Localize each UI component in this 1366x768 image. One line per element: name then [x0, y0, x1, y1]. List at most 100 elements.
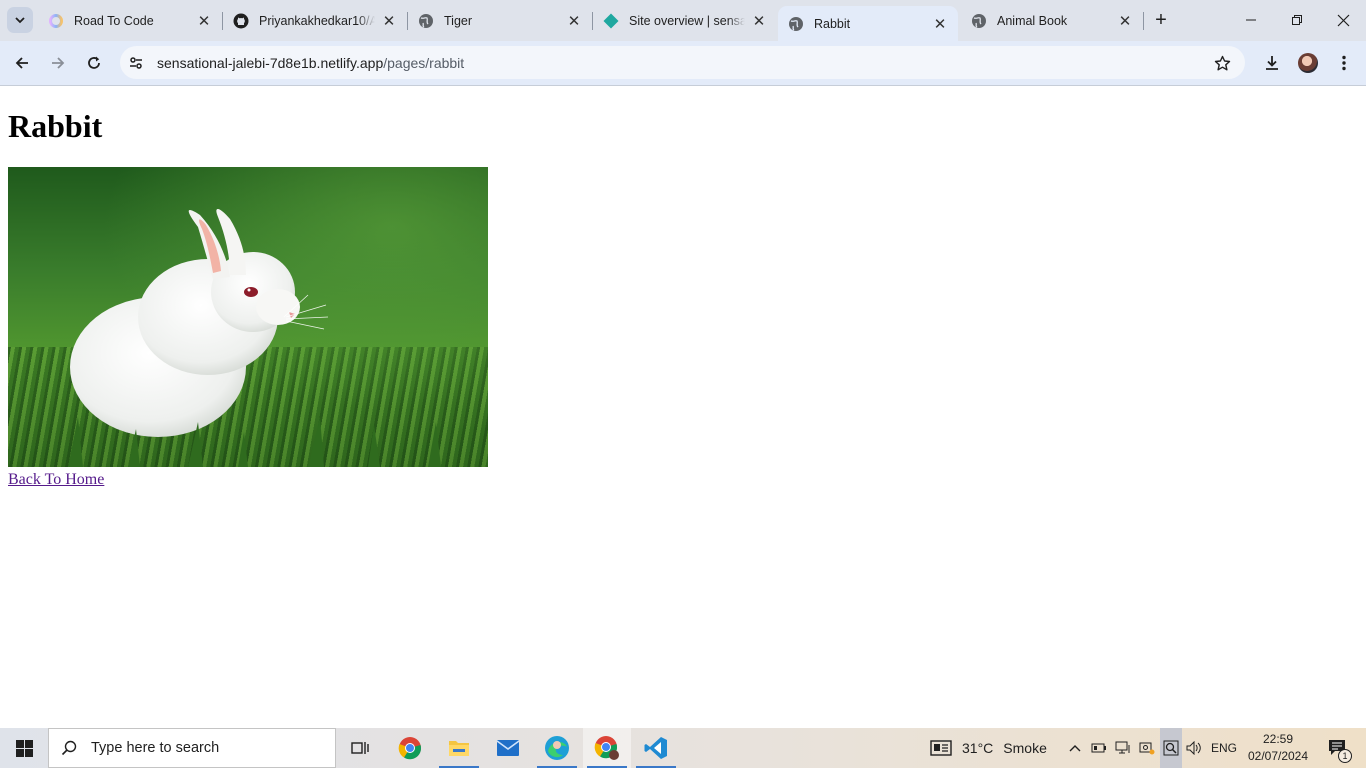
tab-title: Priyankakhedkar10/Ani — [259, 13, 375, 28]
url-host: sensational-jalebi-7d8e1b.netlify.app — [157, 54, 384, 71]
tab-title: Tiger — [444, 13, 473, 28]
notification-center-button[interactable]: 1 — [1318, 728, 1358, 768]
tab-github[interactable]: Priyankakhedkar10/Ani ✕ — [223, 0, 408, 41]
battery-icon — [1091, 743, 1106, 753]
taskbar-clock[interactable]: 22:59 02/07/2024 — [1242, 731, 1314, 765]
address-bar[interactable]: sensational-jalebi-7d8e1b.netlify.app/pa… — [120, 46, 1245, 79]
globe-icon — [788, 16, 804, 32]
tray-magnifier[interactable] — [1160, 728, 1182, 768]
mail-icon — [496, 740, 520, 756]
globe-icon — [971, 13, 987, 29]
close-icon — [1337, 14, 1349, 26]
arrow-left-icon — [15, 57, 28, 69]
taskbar-chrome[interactable] — [386, 728, 434, 768]
show-hidden-icons[interactable] — [1064, 728, 1086, 768]
taskbar-mail[interactable] — [484, 728, 532, 768]
news-weather-icon — [930, 740, 952, 756]
weather-condition: Smoke — [1003, 740, 1047, 756]
tab-title: Animal Book — [997, 13, 1068, 28]
close-icon[interactable]: ✕ — [930, 14, 950, 34]
globe-icon — [418, 13, 434, 29]
close-icon[interactable]: ✕ — [749, 11, 769, 31]
rabbit-illustration — [8, 167, 488, 467]
tray-battery[interactable] — [1088, 728, 1110, 768]
tray-network[interactable] — [1112, 728, 1134, 768]
bookmark-star-icon[interactable] — [1211, 52, 1233, 74]
taskbar-chrome-active[interactable] — [583, 728, 631, 768]
file-explorer-icon — [449, 741, 469, 756]
menu-button[interactable] — [1330, 49, 1358, 77]
chevron-up-icon — [1069, 745, 1081, 752]
url-text[interactable]: sensational-jalebi-7d8e1b.netlify.app/pa… — [157, 55, 464, 71]
tab-tiger[interactable]: Tiger ✕ — [408, 0, 593, 41]
tab-title: Rabbit — [814, 16, 851, 31]
rabbit-image — [8, 167, 488, 467]
reload-button[interactable] — [80, 49, 108, 77]
avatar — [1298, 53, 1318, 73]
github-icon — [233, 13, 249, 29]
tab-rabbit[interactable]: Rabbit ✕ — [778, 6, 958, 41]
netlify-icon — [603, 13, 619, 29]
tray-language[interactable]: ENG — [1206, 728, 1242, 768]
tab-separator — [1143, 12, 1144, 30]
taskbar-file-explorer[interactable] — [435, 728, 483, 768]
clock-time: 22:59 — [1262, 732, 1294, 746]
magnifier-icon — [1163, 740, 1179, 756]
windows-taskbar: Type here to search 31°C Smoke ENG 22:59… — [0, 728, 1366, 768]
vscode-icon — [644, 737, 667, 759]
back-to-home-link[interactable]: Back To Home — [8, 471, 104, 489]
start-button[interactable] — [0, 728, 48, 768]
reload-icon — [88, 56, 100, 69]
page-title: Rabbit — [8, 108, 103, 144]
clock-date: 02/07/2024 — [1247, 749, 1309, 763]
tab-animal-book[interactable]: Animal Book ✕ — [961, 0, 1144, 41]
taskbar-search-box[interactable]: Type here to search — [48, 728, 336, 768]
chrome-icon — [398, 737, 422, 760]
tab-netlify-site-overview[interactable]: Site overview | sensational-jalebi ✕ — [593, 0, 777, 41]
site-settings-icon[interactable] — [123, 50, 149, 76]
restore-icon — [1292, 15, 1302, 25]
taskbar-edge-profile[interactable] — [533, 728, 581, 768]
weather-widget[interactable]: 31°C Smoke — [930, 728, 1047, 768]
edge-icon — [545, 736, 569, 760]
windows-logo-icon — [15, 739, 33, 757]
network-icon — [1115, 741, 1130, 754]
camera-alert-icon — [1139, 742, 1155, 755]
restore-button[interactable] — [1274, 0, 1320, 40]
task-view-icon — [351, 742, 369, 754]
rainbow-ring-icon — [48, 13, 64, 29]
close-window-button[interactable] — [1320, 0, 1366, 40]
web-page: Rabbit Back To Home — [0, 87, 1366, 728]
forward-button[interactable] — [44, 49, 72, 77]
new-tab-button[interactable]: + — [1150, 9, 1172, 31]
chevron-down-icon — [15, 17, 25, 24]
tab-search-button[interactable] — [7, 7, 33, 33]
tab-road-to-code[interactable]: Road To Code ✕ — [38, 0, 223, 41]
minimize-icon — [1246, 19, 1256, 21]
url-path: /pages/rabbit — [383, 54, 465, 71]
back-button[interactable] — [8, 49, 36, 77]
close-icon[interactable]: ✕ — [194, 11, 214, 31]
close-icon[interactable]: ✕ — [564, 11, 584, 31]
arrow-right-icon — [52, 57, 65, 69]
notification-count-badge: 1 — [1338, 749, 1352, 763]
download-icon — [1266, 56, 1278, 70]
weather-temperature: 31°C — [962, 740, 994, 756]
speaker-icon — [1186, 741, 1201, 755]
browser-toolbar: sensational-jalebi-7d8e1b.netlify.app/pa… — [0, 41, 1366, 86]
tray-meet-now[interactable] — [1136, 728, 1158, 768]
taskbar-vscode[interactable] — [632, 728, 680, 768]
task-view-button[interactable] — [336, 728, 384, 768]
close-icon[interactable]: ✕ — [1115, 11, 1135, 31]
minimize-button[interactable] — [1228, 0, 1274, 40]
tray-volume[interactable] — [1183, 728, 1205, 768]
search-placeholder: Type here to search — [91, 740, 220, 756]
close-icon[interactable]: ✕ — [379, 11, 399, 31]
chrome-profile-icon — [594, 736, 619, 760]
kebab-menu-icon — [1342, 55, 1346, 71]
tab-strip: Road To Code ✕ Priyankakhedkar10/Ani ✕ T… — [0, 0, 1366, 41]
profile-button[interactable] — [1294, 49, 1322, 77]
tab-title: Site overview | sensational-jalebi — [629, 13, 745, 28]
plus-icon: + — [1155, 8, 1167, 31]
downloads-button[interactable] — [1258, 49, 1286, 77]
